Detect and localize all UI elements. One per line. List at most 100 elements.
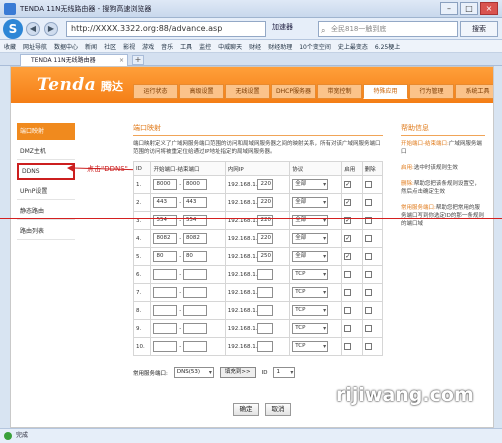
ok-button[interactable]: 确定: [233, 403, 259, 416]
favorite-item[interactable]: 社区: [104, 42, 116, 51]
end-port-input[interactable]: [182, 269, 207, 280]
delete-checkbox[interactable]: [364, 253, 372, 260]
end-port-input[interactable]: [182, 287, 207, 298]
favorite-item[interactable]: 监控: [199, 42, 211, 51]
common-service-select[interactable]: DNS(53): [173, 367, 214, 378]
start-port-input[interactable]: 443: [153, 197, 178, 208]
fill-target-select[interactable]: 1: [273, 367, 296, 378]
protocol-select[interactable]: 全部: [292, 233, 329, 244]
ip-last-octet-input[interactable]: [257, 287, 274, 298]
ip-last-octet-input[interactable]: 220: [257, 233, 274, 244]
protocol-select[interactable]: TCP: [292, 269, 329, 280]
new-tab-button[interactable]: +: [132, 55, 144, 65]
start-port-input[interactable]: 554: [153, 215, 178, 226]
end-port-input[interactable]: [182, 305, 207, 316]
favorite-item[interactable]: 史上最变态: [338, 42, 368, 51]
end-port-input[interactable]: 443: [182, 197, 207, 208]
start-port-input[interactable]: [153, 269, 178, 280]
favorite-item[interactable]: 影视: [123, 42, 135, 51]
cancel-button[interactable]: 取消: [265, 403, 291, 416]
protocol-select[interactable]: 全部: [292, 215, 329, 226]
ip-last-octet-input[interactable]: 220: [257, 197, 274, 208]
delete-checkbox[interactable]: [364, 181, 372, 188]
favorite-item[interactable]: 收藏: [4, 42, 16, 51]
accelerate-button[interactable]: 加速器: [272, 22, 293, 32]
enable-checkbox[interactable]: [344, 307, 352, 314]
nav-bandwidth[interactable]: 带宽控制: [317, 84, 362, 99]
protocol-select[interactable]: TCP: [292, 341, 329, 352]
end-port-input[interactable]: 8082: [182, 233, 207, 244]
nav-advanced[interactable]: 高级设置: [179, 84, 224, 99]
sidebar-item-port-mapping[interactable]: 端口映射: [17, 123, 75, 140]
nav-system[interactable]: 系统工具: [455, 84, 493, 99]
enable-checkbox[interactable]: [344, 289, 352, 296]
enable-checkbox[interactable]: ✓: [344, 253, 352, 260]
search-input[interactable]: ⌕ 全民818一触到底: [318, 21, 458, 37]
sidebar-item-dmz[interactable]: DMZ主机: [17, 143, 75, 160]
end-port-input[interactable]: [182, 341, 207, 352]
start-port-input[interactable]: [153, 323, 178, 334]
favorite-item[interactable]: 财经: [249, 42, 261, 51]
nav-dhcp[interactable]: DHCP服务器: [271, 84, 316, 99]
ip-last-octet-input[interactable]: [257, 269, 274, 280]
delete-checkbox[interactable]: [364, 199, 372, 206]
sidebar-item-upnp[interactable]: UPnP设置: [17, 183, 75, 200]
nav-special[interactable]: 特殊应用: [363, 84, 408, 99]
ip-last-octet-input[interactable]: [257, 341, 274, 352]
favorite-item[interactable]: 音乐: [161, 42, 173, 51]
nav-behavior[interactable]: 行为管理: [409, 84, 454, 99]
close-button[interactable]: ×: [480, 2, 498, 15]
favorite-item[interactable]: 新闻: [85, 42, 97, 51]
favorite-item[interactable]: 10个变空间: [299, 42, 331, 51]
start-port-input[interactable]: [153, 287, 178, 298]
start-port-input[interactable]: [153, 305, 178, 316]
ip-last-octet-input[interactable]: [257, 323, 274, 334]
protocol-select[interactable]: TCP: [292, 323, 329, 334]
end-port-input[interactable]: 80: [182, 251, 207, 262]
end-port-input[interactable]: 554: [182, 215, 207, 226]
protocol-select[interactable]: TCP: [292, 305, 329, 316]
delete-checkbox[interactable]: [364, 307, 372, 314]
favorite-item[interactable]: 工具: [180, 42, 192, 51]
start-port-input[interactable]: 80: [153, 251, 178, 262]
forward-icon[interactable]: ▶: [44, 22, 58, 36]
enable-checkbox[interactable]: ✓: [344, 181, 352, 188]
delete-checkbox[interactable]: [364, 325, 372, 332]
favorite-item[interactable]: 数据中心: [54, 42, 78, 51]
maximize-button[interactable]: □: [460, 2, 478, 15]
favorite-item[interactable]: 游戏: [142, 42, 154, 51]
favorite-item[interactable]: 财经助理: [268, 42, 292, 51]
favorite-item[interactable]: 6.25梗上: [375, 42, 400, 51]
enable-checkbox[interactable]: [344, 271, 352, 278]
delete-checkbox[interactable]: [364, 235, 372, 242]
ip-last-octet-input[interactable]: 220: [257, 179, 274, 190]
fill-to-button[interactable]: 填充到>>: [219, 367, 256, 378]
enable-checkbox[interactable]: [344, 343, 352, 350]
nav-status[interactable]: 运行状态: [133, 84, 178, 99]
nav-wireless[interactable]: 无线设置: [225, 84, 270, 99]
delete-checkbox[interactable]: [364, 271, 372, 278]
favorite-item[interactable]: 中威聊天: [218, 42, 242, 51]
sogou-logo-icon[interactable]: S: [3, 19, 23, 39]
sidebar-item-route-list[interactable]: 路由列表: [17, 223, 75, 240]
favorite-item[interactable]: 网址导航: [23, 42, 47, 51]
enable-checkbox[interactable]: ✓: [344, 199, 352, 206]
search-button[interactable]: 搜索: [460, 21, 498, 37]
tab-router[interactable]: TENDA 11N无线路由器 ×: [20, 54, 128, 66]
start-port-input[interactable]: 8000: [153, 179, 178, 190]
protocol-select[interactable]: TCP: [292, 287, 329, 298]
back-icon[interactable]: ◀: [26, 22, 40, 36]
enable-checkbox[interactable]: [344, 325, 352, 332]
delete-checkbox[interactable]: [364, 343, 372, 350]
ip-last-octet-input[interactable]: 250: [257, 251, 274, 262]
start-port-input[interactable]: 8082: [153, 233, 178, 244]
protocol-select[interactable]: 全部: [292, 197, 329, 208]
end-port-input[interactable]: [182, 323, 207, 334]
protocol-select[interactable]: 全部: [292, 251, 329, 262]
delete-checkbox[interactable]: [364, 289, 372, 296]
tab-close-icon[interactable]: ×: [119, 55, 124, 66]
end-port-input[interactable]: 8000: [182, 179, 207, 190]
start-port-input[interactable]: [153, 341, 178, 352]
url-input[interactable]: http://XXXX.3322.org:88/advance.asp: [66, 21, 266, 37]
ip-last-octet-input[interactable]: 220: [257, 215, 274, 226]
